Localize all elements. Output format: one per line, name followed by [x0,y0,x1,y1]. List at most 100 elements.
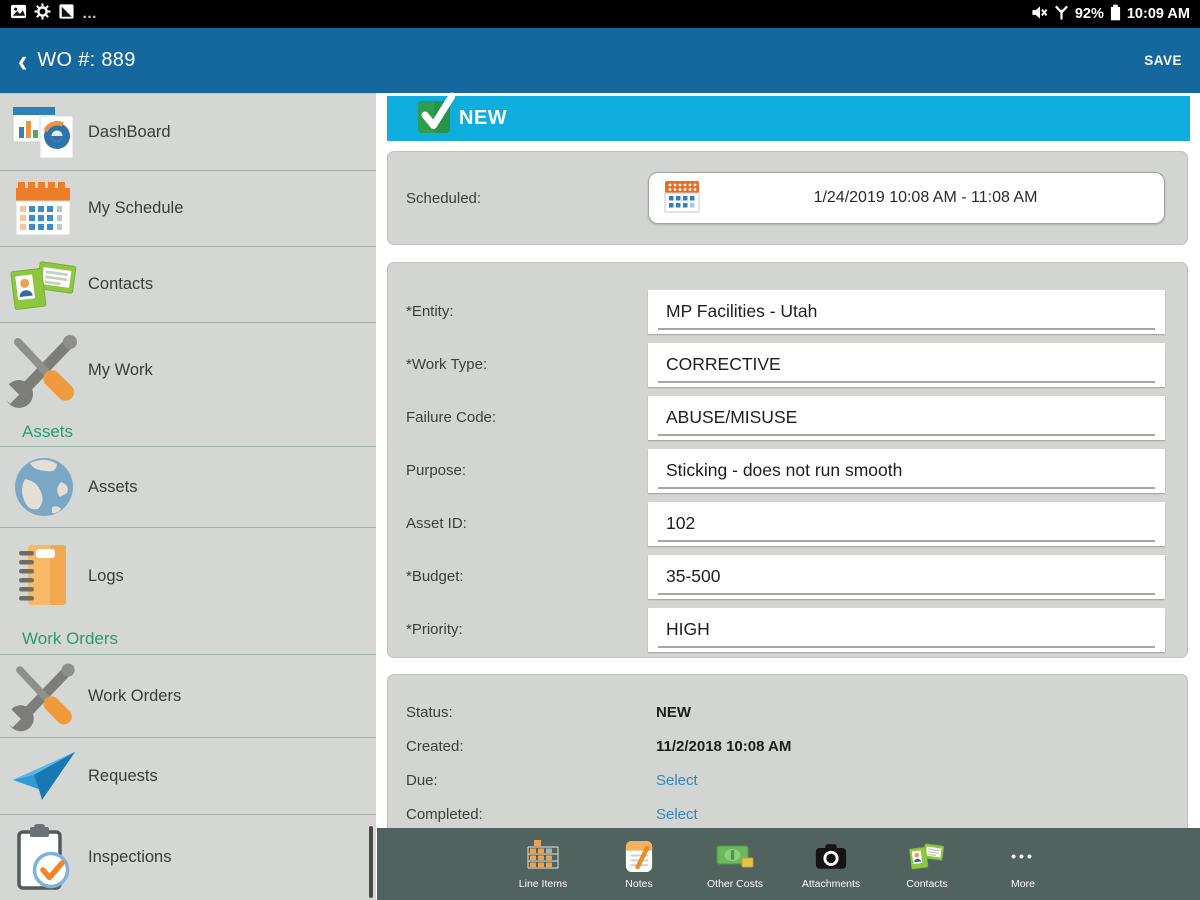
android-status-bar: … 92% 10:09 AM [0,0,1200,28]
completed-select-link[interactable]: Select [656,806,698,823]
sidebar-item-contacts[interactable]: Contacts [0,247,376,323]
field-label: *Budget: [406,568,464,585]
signal-antenna-icon [1054,4,1069,25]
sidebar-item-dashboard[interactable]: DashBoard [0,94,376,171]
notification-overflow-icon: … [82,5,97,22]
toolbar-attachments-button[interactable]: Attachments [783,838,879,890]
page-title: WO #: 889 [37,49,136,71]
sidebar-item-label: Contacts [88,275,154,293]
sidebar-item-my-schedule[interactable]: My Schedule [0,171,376,247]
wrench-screwdriver-icon [0,657,88,735]
back-chevron-icon[interactable]: ‹ [18,44,27,76]
save-button[interactable]: SAVE [1144,53,1182,68]
sidebar: DashBoard My Schedule Contacts My Work A… [0,93,376,900]
due-select-link[interactable]: Select [656,772,698,789]
schedule-calendar-icon [0,180,88,238]
field-label: *Work Type: [406,356,488,373]
calendar-icon [663,177,701,220]
clock-text: 10:09 AM [1126,6,1190,22]
toolbar-contacts-button[interactable]: Contacts [879,838,975,890]
sidebar-item-label: Assets [88,477,138,496]
due-label: Due: [406,771,438,789]
notification-settings-icon [34,3,51,25]
sidebar-item-label: Requests [88,766,158,785]
priority-field[interactable]: HIGH [648,607,1165,652]
toolbar-other-costs-button[interactable]: Other Costs [687,838,783,890]
field-label: *Entity: [406,303,454,320]
field-label: *Priority: [406,621,463,638]
sidebar-item-label: Logs [88,566,124,585]
failure-code-field[interactable]: ABUSE/MISUSE [648,395,1165,440]
toolbar-item-label: Line Items [518,878,568,890]
sidebar-scrollbar[interactable] [369,826,373,898]
form-row-entity: *Entity: MP Facilities - Utah [388,285,1187,338]
contacts-cards-icon [0,258,88,312]
sidebar-item-inspections[interactable]: Inspections [0,815,376,900]
work-order-detail: NEW Scheduled: 1/24/2019 10:08 AM - 11:0… [377,92,1200,900]
field-label: Asset ID: [406,515,467,532]
entity-field[interactable]: MP Facilities - Utah [648,289,1165,334]
app-header: ‹ WO #: 889 SAVE [0,28,1200,93]
form-row-work-type: *Work Type: CORRECTIVE [388,338,1187,391]
form-row-budget: *Budget: 35-500 [388,550,1187,603]
bottom-toolbar: Line Items Notes Other Costs Attachments… [377,828,1200,900]
sidebar-section-label: Assets [22,421,74,441]
sidebar-item-logs[interactable]: Logs [0,528,376,624]
sidebar-item-label: My Schedule [88,199,184,217]
contacts-small-icon [909,838,945,874]
battery-icon [1110,4,1121,25]
logs-notebook-icon [0,543,88,609]
sidebar-item-my-work[interactable]: My Work [0,323,376,417]
paper-plane-icon [0,750,88,802]
toolbar-item-label: Notes [625,878,653,890]
status-label: Status: [406,703,453,721]
created-value: 11/2/2018 10:08 AM [656,737,792,755]
sidebar-section-work-orders: Work Orders [0,624,376,655]
created-label: Created: [406,737,464,755]
more-dots-icon: ••• [1011,848,1035,864]
line-items-icon [525,838,561,874]
work-order-form-panel: *Entity: MP Facilities - Utah *Work Type… [387,262,1188,658]
camera-icon [814,838,848,874]
scheduled-date-value: 1/24/2019 10:08 AM - 11:08 AM [813,189,1038,206]
status-banner-text: NEW [459,107,508,129]
scheduled-date-button[interactable]: 1/24/2019 10:08 AM - 11:08 AM [648,172,1165,224]
toolbar-item-label: Contacts [906,878,948,890]
toolbar-item-label: More [1011,878,1035,890]
toolbar-more-button[interactable]: ••• More [975,838,1071,890]
sidebar-item-requests[interactable]: Requests [0,738,376,815]
budget-field[interactable]: 35-500 [648,554,1165,599]
checkmark-icon [417,89,456,140]
status-row: Status: NEW [388,695,1187,729]
notification-capture-icon [58,3,75,25]
form-row-priority: *Priority: HIGH [388,603,1187,656]
status-value: NEW [656,703,691,721]
form-row-failure-code: Failure Code: ABUSE/MISUSE [388,391,1187,444]
toolbar-item-label: Attachments [801,878,861,890]
work-type-field[interactable]: CORRECTIVE [648,342,1165,387]
completed-label: Completed: [406,805,483,823]
mute-icon [1031,4,1048,25]
toolbar-notes-button[interactable]: Notes [591,838,687,890]
globe-icon [0,455,88,519]
form-row-asset-id: Asset ID: 102 [388,497,1187,550]
battery-percent-text: 92% [1074,6,1104,22]
due-row: Due: Select [388,763,1187,797]
toolbar-line-items-button[interactable]: Line Items [495,838,591,890]
sidebar-item-assets[interactable]: Assets [0,447,376,528]
field-label: Purpose: [406,462,467,479]
created-row: Created: 11/2/2018 10:08 AM [388,729,1187,763]
notification-screenshot-icon [10,3,27,25]
purpose-field[interactable]: Sticking - does not run smooth [648,448,1165,493]
sidebar-item-label: Work Orders [88,686,182,705]
wrench-screwdriver-icon [0,328,88,412]
completed-row: Completed: Select [388,797,1187,831]
other-costs-icon [716,838,754,874]
notes-icon [623,838,656,874]
asset-id-field[interactable]: 102 [648,501,1165,546]
sidebar-item-label: DashBoard [88,122,171,141]
sidebar-section-assets: Assets [0,417,376,447]
scheduled-label: Scheduled: [406,189,482,207]
sidebar-item-work-orders[interactable]: Work Orders [0,655,376,738]
sidebar-section-label: Work Orders [22,629,119,648]
